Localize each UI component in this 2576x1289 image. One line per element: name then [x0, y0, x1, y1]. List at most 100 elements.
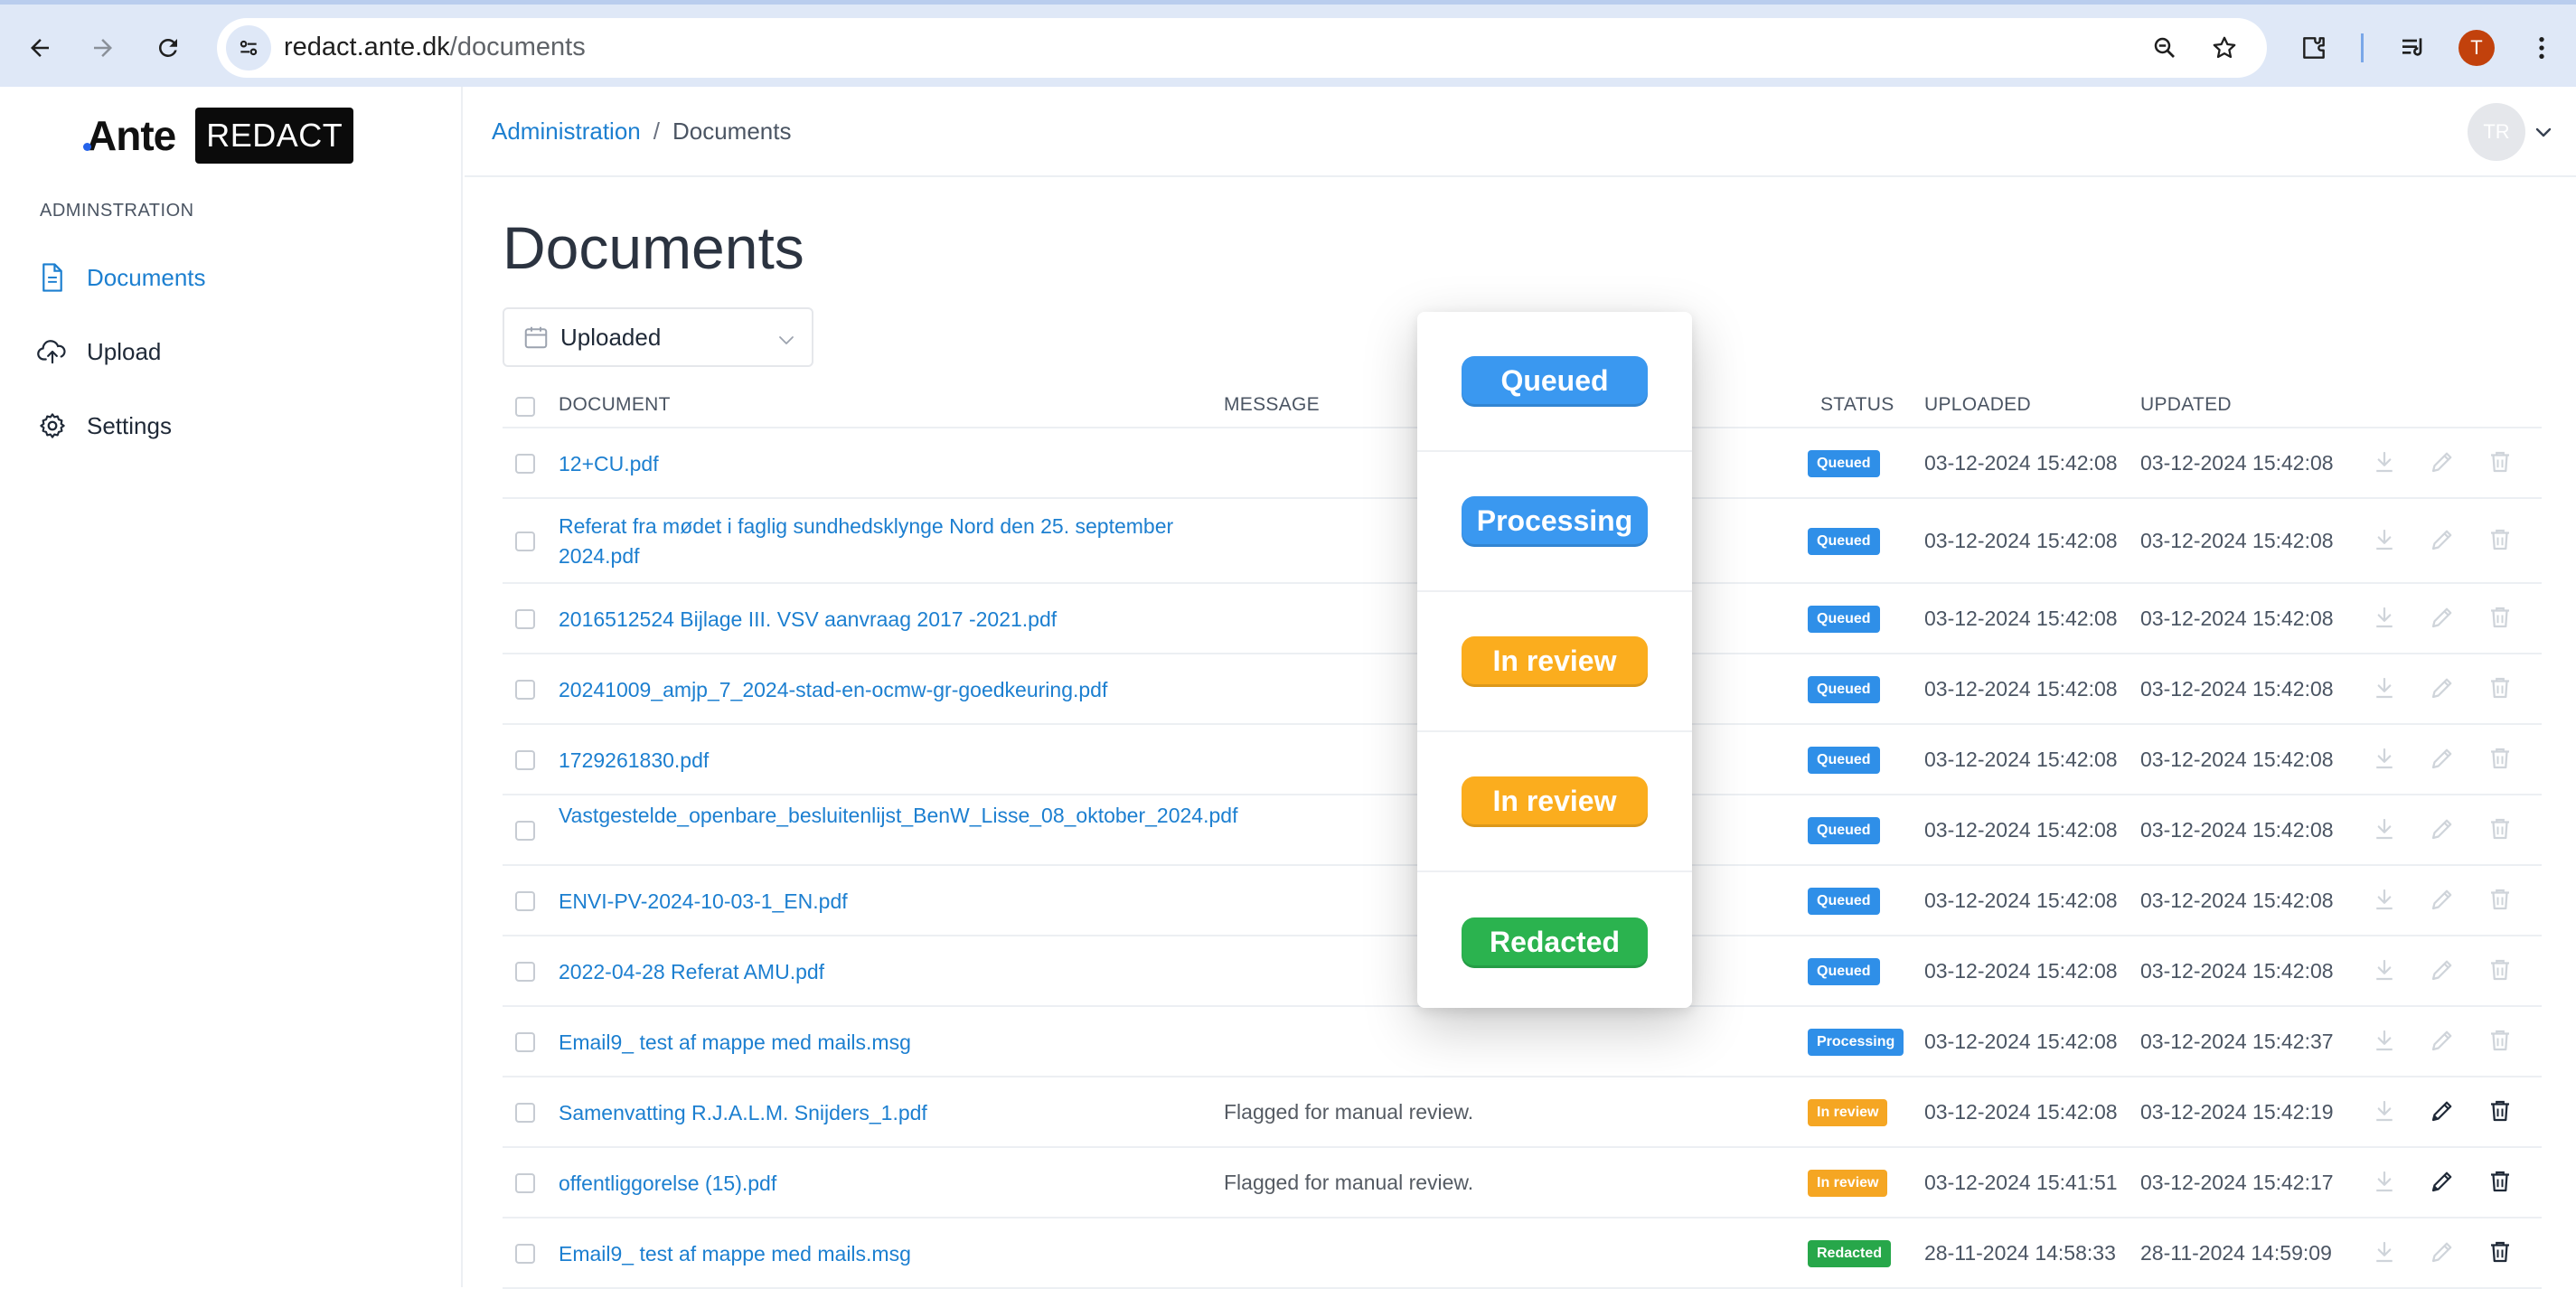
- trash-icon[interactable]: [2486, 814, 2515, 843]
- forward-button[interactable]: [87, 32, 119, 64]
- pencil-icon[interactable]: [2428, 1167, 2457, 1196]
- row-checkbox[interactable]: [515, 680, 535, 700]
- pencil-icon[interactable]: [2428, 673, 2457, 702]
- pencil-icon[interactable]: [2428, 1096, 2457, 1125]
- trash-icon[interactable]: [2486, 1237, 2515, 1266]
- row-checkbox[interactable]: [515, 750, 535, 770]
- media-controls-icon[interactable]: [2395, 30, 2431, 66]
- document-link[interactable]: Email9_ test af mappe med mails.msg: [559, 1028, 1191, 1058]
- status-legend-badge: In review: [1462, 635, 1648, 687]
- download-icon[interactable]: [2370, 885, 2399, 914]
- select-all-checkbox[interactable]: [515, 397, 535, 417]
- sidebar-item-documents[interactable]: Documents: [36, 255, 206, 300]
- trash-icon[interactable]: [2486, 673, 2515, 702]
- download-icon[interactable]: [2370, 955, 2399, 984]
- trash-icon[interactable]: [2486, 744, 2515, 773]
- breadcrumb-administration-link[interactable]: Administration: [492, 118, 641, 145]
- status-badge: Processing: [1808, 1029, 1904, 1056]
- pencil-icon[interactable]: [2428, 744, 2457, 773]
- trash-icon[interactable]: [2486, 1096, 2515, 1125]
- download-icon[interactable]: [2370, 1026, 2399, 1055]
- column-header-document[interactable]: DOCUMENT: [559, 394, 671, 416]
- updated-date: 03-12-2024 15:42:17: [2140, 1171, 2334, 1194]
- updated-date: 03-12-2024 15:42:19: [2140, 1100, 2334, 1124]
- trash-icon[interactable]: [2486, 885, 2515, 914]
- document-link[interactable]: Samenvatting R.J.A.L.M. Snijders_1.pdf: [559, 1098, 1191, 1128]
- sidebar-item-upload[interactable]: Upload: [36, 329, 161, 374]
- download-icon[interactable]: [2370, 673, 2399, 702]
- trash-icon[interactable]: [2486, 603, 2515, 632]
- row-checkbox[interactable]: [515, 454, 535, 474]
- document-link[interactable]: Vastgestelde_openbare_besluitenlijst_Ben…: [559, 801, 1237, 831]
- trash-icon[interactable]: [2486, 955, 2515, 984]
- zoom-icon[interactable]: [2149, 33, 2180, 63]
- pencil-icon[interactable]: [2428, 1237, 2457, 1266]
- document-link[interactable]: 1729261830.pdf: [559, 746, 1191, 776]
- updated-date: 03-12-2024 15:42:08: [2140, 818, 2334, 842]
- row-checkbox[interactable]: [515, 1244, 535, 1264]
- status-legend-item[interactable]: Queued: [1417, 312, 1692, 452]
- sidebar-item-settings[interactable]: Settings: [36, 403, 172, 448]
- download-icon[interactable]: [2370, 744, 2399, 773]
- row-checkbox[interactable]: [515, 609, 535, 629]
- download-icon[interactable]: [2370, 525, 2399, 554]
- download-icon[interactable]: [2370, 814, 2399, 843]
- column-header-message[interactable]: MESSAGE: [1224, 394, 1320, 416]
- trash-icon[interactable]: [2486, 447, 2515, 476]
- updated-date: 28-11-2024 14:59:09: [2140, 1241, 2332, 1265]
- row-checkbox[interactable]: [515, 891, 535, 911]
- document-link[interactable]: 12+CU.pdf: [559, 449, 1191, 479]
- status-legend-item[interactable]: In review: [1417, 732, 1692, 872]
- user-avatar[interactable]: TR: [2468, 103, 2525, 161]
- status-legend-item[interactable]: Processing: [1417, 452, 1692, 592]
- pencil-icon[interactable]: [2428, 955, 2457, 984]
- pencil-icon[interactable]: [2428, 447, 2457, 476]
- row-checkbox[interactable]: [515, 1103, 535, 1123]
- pencil-icon[interactable]: [2428, 814, 2457, 843]
- document-link[interactable]: Email9_ test af mappe med mails.msg: [559, 1239, 1191, 1269]
- row-checkbox[interactable]: [515, 821, 535, 841]
- reload-button[interactable]: [152, 32, 184, 64]
- column-header-status[interactable]: STATUS: [1820, 394, 1894, 416]
- download-icon[interactable]: [2370, 1167, 2399, 1196]
- row-checkbox[interactable]: [515, 1032, 535, 1052]
- column-header-uploaded[interactable]: UPLOADED: [1924, 394, 2031, 416]
- download-icon[interactable]: [2370, 447, 2399, 476]
- trash-icon[interactable]: [2486, 1167, 2515, 1196]
- browser-profile-avatar[interactable]: T: [2458, 30, 2495, 66]
- uploaded-date: 28-11-2024 14:58:33: [1924, 1241, 2116, 1265]
- browser-menu-icon[interactable]: [2524, 30, 2560, 66]
- pencil-icon[interactable]: [2428, 885, 2457, 914]
- pencil-icon[interactable]: [2428, 603, 2457, 632]
- status-legend-item[interactable]: In review: [1417, 592, 1692, 732]
- download-icon[interactable]: [2370, 1237, 2399, 1266]
- extensions-icon[interactable]: [2296, 30, 2332, 66]
- trash-icon[interactable]: [2486, 1026, 2515, 1055]
- document-link[interactable]: 2016512524 Bijlage III. VSV aanvraag 201…: [559, 605, 1191, 635]
- document-link[interactable]: offentliggorelse (15).pdf: [559, 1169, 1191, 1199]
- pencil-icon[interactable]: [2428, 525, 2457, 554]
- download-icon[interactable]: [2370, 1096, 2399, 1125]
- trash-icon[interactable]: [2486, 525, 2515, 554]
- download-icon[interactable]: [2370, 603, 2399, 632]
- site-info-icon[interactable]: [226, 25, 271, 71]
- document-link[interactable]: Referat fra mødet i faglig sundhedsklyng…: [559, 512, 1191, 571]
- date-filter-select[interactable]: Uploaded: [503, 307, 813, 367]
- status-badge: Queued: [1808, 606, 1880, 633]
- document-link[interactable]: 2022-04-28 Referat AMU.pdf: [559, 957, 1191, 987]
- sidebar: Ante REDACT ADMINSTRATION Documents Uplo…: [0, 87, 463, 1287]
- row-checkbox[interactable]: [515, 532, 535, 551]
- row-checkbox[interactable]: [515, 1173, 535, 1193]
- document-link[interactable]: 20241009_amjp_7_2024-stad-en-ocmw-gr-goe…: [559, 675, 1191, 705]
- updated-date: 03-12-2024 15:42:08: [2140, 607, 2334, 630]
- status-legend-item[interactable]: Redacted: [1417, 872, 1692, 1012]
- row-checkbox[interactable]: [515, 962, 535, 982]
- chevron-down-icon[interactable]: [2533, 121, 2554, 143]
- back-button[interactable]: [24, 32, 56, 64]
- bookmark-star-icon[interactable]: [2209, 33, 2240, 63]
- pencil-icon[interactable]: [2428, 1026, 2457, 1055]
- document-link[interactable]: ENVI-PV-2024-10-03-1_EN.pdf: [559, 887, 1191, 917]
- app-logo[interactable]: Ante REDACT: [83, 105, 354, 166]
- address-bar[interactable]: redact.ante.dk/documents: [217, 18, 2267, 78]
- column-header-updated[interactable]: UPDATED: [2140, 394, 2232, 416]
